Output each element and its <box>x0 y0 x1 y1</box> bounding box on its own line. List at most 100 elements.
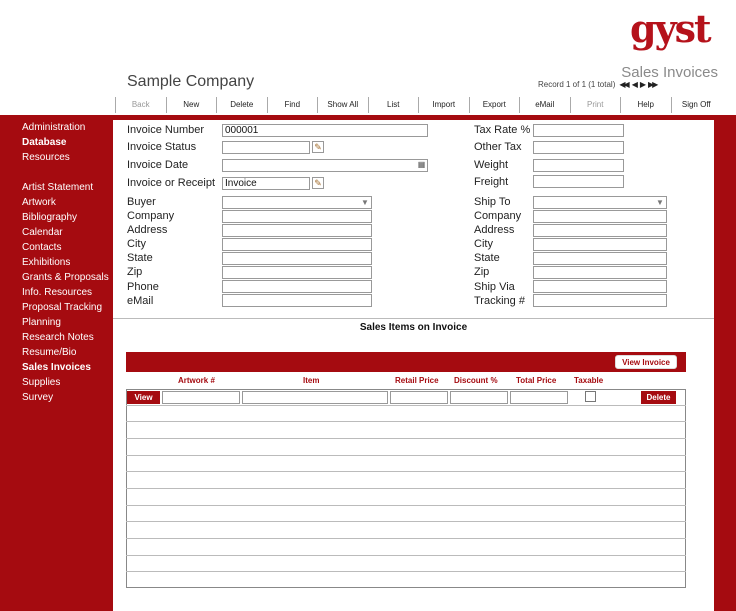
right-frame <box>714 120 736 611</box>
ship-address-field[interactable] <box>533 224 667 237</box>
row-retail-price-field[interactable] <box>390 391 448 404</box>
ship-city-label: City <box>474 238 493 250</box>
sidebar-item-exhibitions[interactable]: Exhibitions <box>22 257 70 268</box>
invoice-or-receipt-field[interactable]: Invoice <box>222 177 310 190</box>
col-total-price: Total Price <box>516 376 557 385</box>
sidebar-item-planning[interactable]: Planning <box>22 317 61 328</box>
buyer-city-field[interactable] <box>222 238 372 251</box>
company-name: Sample Company <box>127 73 255 90</box>
edit-pencil-icon[interactable]: ✎ <box>312 141 324 153</box>
buyer-zip-field[interactable] <box>222 266 372 279</box>
ship-state-field[interactable] <box>533 252 667 265</box>
freight-label: Freight <box>474 176 509 188</box>
items-header-bar <box>126 352 686 372</box>
buyer-email-label: eMail <box>127 295 154 307</box>
ship-city-field[interactable] <box>533 238 667 251</box>
first-record-icon[interactable]: ◀◀ <box>619 80 629 89</box>
buyer-email-field[interactable] <box>222 294 372 307</box>
buyer-select[interactable] <box>222 196 372 209</box>
row-artwork-field[interactable] <box>162 391 240 404</box>
row-divider <box>126 471 686 472</box>
ship-zip-label: Zip <box>474 266 490 278</box>
row-item-field[interactable] <box>242 391 388 404</box>
buyer-state-label: State <box>127 252 153 264</box>
sidebar-item-artwork[interactable]: Artwork <box>22 197 56 208</box>
help-button[interactable]: Help <box>620 97 671 113</box>
calendar-icon[interactable]: ▦ <box>416 159 427 170</box>
weight-field[interactable] <box>533 159 624 172</box>
ship-company-field[interactable] <box>533 210 667 223</box>
col-artwork-number: Artwork # <box>178 376 215 385</box>
sidebar-item-research-notes[interactable]: Research Notes <box>22 332 94 343</box>
sidebar-item-survey[interactable]: Survey <box>22 392 53 403</box>
buyer-phone-field[interactable] <box>222 280 372 293</box>
row-delete-button[interactable]: Delete <box>641 391 676 404</box>
view-invoice-button[interactable]: View Invoice <box>615 355 677 369</box>
buyer-company-field[interactable] <box>222 210 372 223</box>
delete-button[interactable]: Delete <box>216 97 267 113</box>
row-total-price-field[interactable] <box>510 391 568 404</box>
sales-items-title: Sales Items on Invoice <box>359 322 468 333</box>
invoice-number-label: Invoice Number <box>127 124 205 136</box>
sidebar-item-calendar[interactable]: Calendar <box>22 227 63 238</box>
sidebar-item-artist-statement[interactable]: Artist Statement <box>22 182 93 193</box>
invoice-date-label: Invoice Date <box>127 159 189 171</box>
invoice-status-field[interactable] <box>222 141 310 154</box>
sidebar-item-bibliography[interactable]: Bibliography <box>22 212 77 223</box>
row-taxable-checkbox[interactable] <box>585 391 596 402</box>
ship-state-label: State <box>474 252 500 264</box>
buyer-city-label: City <box>127 238 146 250</box>
chevron-down-icon[interactable]: ▼ <box>655 197 665 208</box>
ship-zip-field[interactable] <box>533 266 667 279</box>
sidebar-item-supplies[interactable]: Supplies <box>22 377 60 388</box>
buyer-address-label: Address <box>127 224 168 236</box>
invoice-date-field[interactable] <box>222 159 428 172</box>
section-divider <box>113 318 714 319</box>
tracking-field[interactable] <box>533 294 667 307</box>
buyer-state-field[interactable] <box>222 252 372 265</box>
sign-off-button[interactable]: Sign Off <box>670 97 722 113</box>
show-all-button[interactable]: Show All <box>317 97 368 113</box>
module-title: Sales Invoices <box>621 64 718 81</box>
sidebar-item-administration[interactable]: Administration <box>22 122 85 133</box>
export-button[interactable]: Export <box>468 97 520 113</box>
tax-rate-label: Tax Rate % <box>474 124 531 136</box>
find-button[interactable]: Find <box>266 97 318 113</box>
sidebar-item-grants-proposals[interactable]: Grants & Proposals <box>22 272 109 283</box>
row-discount-field[interactable] <box>450 391 508 404</box>
freight-field[interactable] <box>533 175 624 188</box>
sidebar-item-info-resources[interactable]: Info. Resources <box>22 287 92 298</box>
weight-label: Weight <box>474 159 509 171</box>
row-view-button[interactable]: View <box>127 391 160 404</box>
buyer-address-field[interactable] <box>222 224 372 237</box>
previous-record-icon[interactable]: ◀ <box>632 80 638 89</box>
buyer-zip-label: Zip <box>127 266 143 278</box>
sidebar-item-resume-bio[interactable]: Resume/Bio <box>22 347 76 358</box>
tax-rate-field[interactable] <box>533 124 624 137</box>
row-divider <box>126 405 686 406</box>
print-button[interactable]: Print <box>569 97 621 113</box>
row-divider <box>126 488 686 489</box>
import-button[interactable]: Import <box>418 97 469 113</box>
sidebar-item-database[interactable]: Database <box>22 137 66 148</box>
ship-to-select[interactable] <box>533 196 667 209</box>
invoice-number-field[interactable]: 000001 <box>222 124 428 137</box>
list-button[interactable]: List <box>367 97 419 113</box>
back-button[interactable]: Back <box>115 97 166 113</box>
col-retail-price: Retail Price <box>395 376 439 385</box>
col-discount: Discount % <box>454 376 498 385</box>
edit-pencil-icon[interactable]: ✎ <box>312 177 324 189</box>
new-button[interactable]: New <box>165 97 217 113</box>
sidebar-item-resources[interactable]: Resources <box>22 152 70 163</box>
sidebar-item-contacts[interactable]: Contacts <box>22 242 61 253</box>
sidebar-item-sales-invoices[interactable]: Sales Invoices <box>22 362 91 373</box>
row-divider <box>126 455 686 456</box>
next-record-icon[interactable]: ▶ <box>640 80 646 89</box>
ship-via-label: Ship Via <box>474 281 515 293</box>
email-button[interactable]: eMail <box>519 97 570 113</box>
ship-via-field[interactable] <box>533 280 667 293</box>
last-record-icon[interactable]: ▶▶ <box>648 80 658 89</box>
sidebar-item-proposal-tracking[interactable]: Proposal Tracking <box>22 302 102 313</box>
chevron-down-icon[interactable]: ▼ <box>360 197 370 208</box>
other-tax-field[interactable] <box>533 141 624 154</box>
